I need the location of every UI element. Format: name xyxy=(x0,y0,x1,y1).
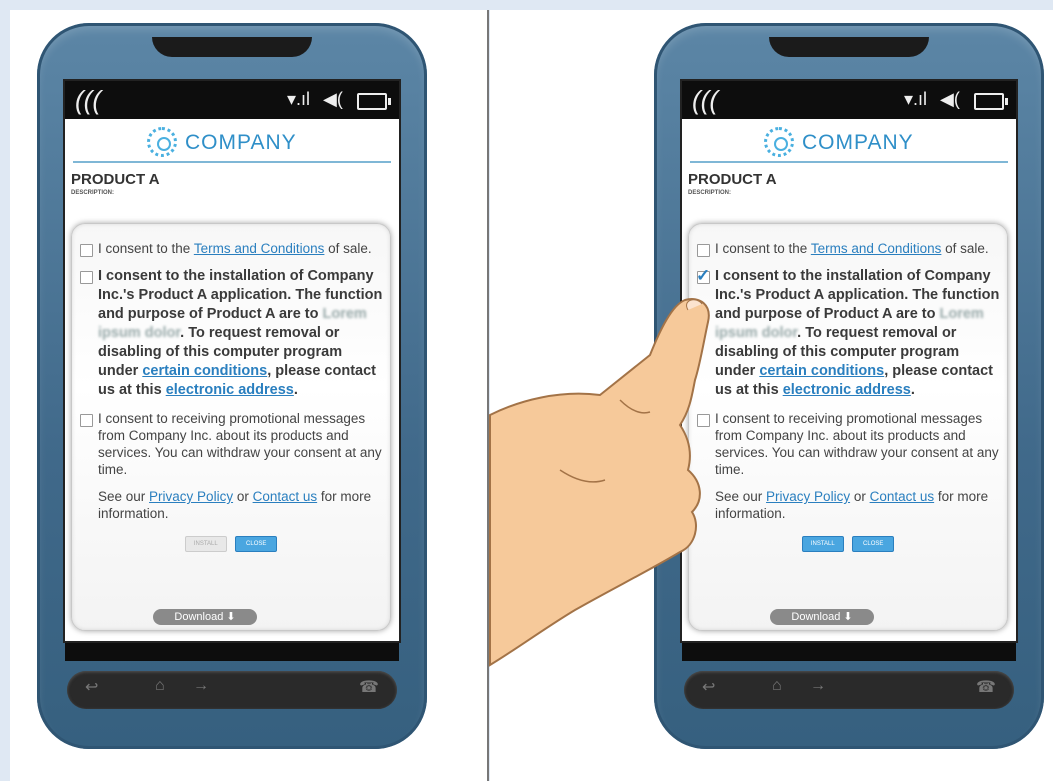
hand-illustration xyxy=(489,298,710,667)
